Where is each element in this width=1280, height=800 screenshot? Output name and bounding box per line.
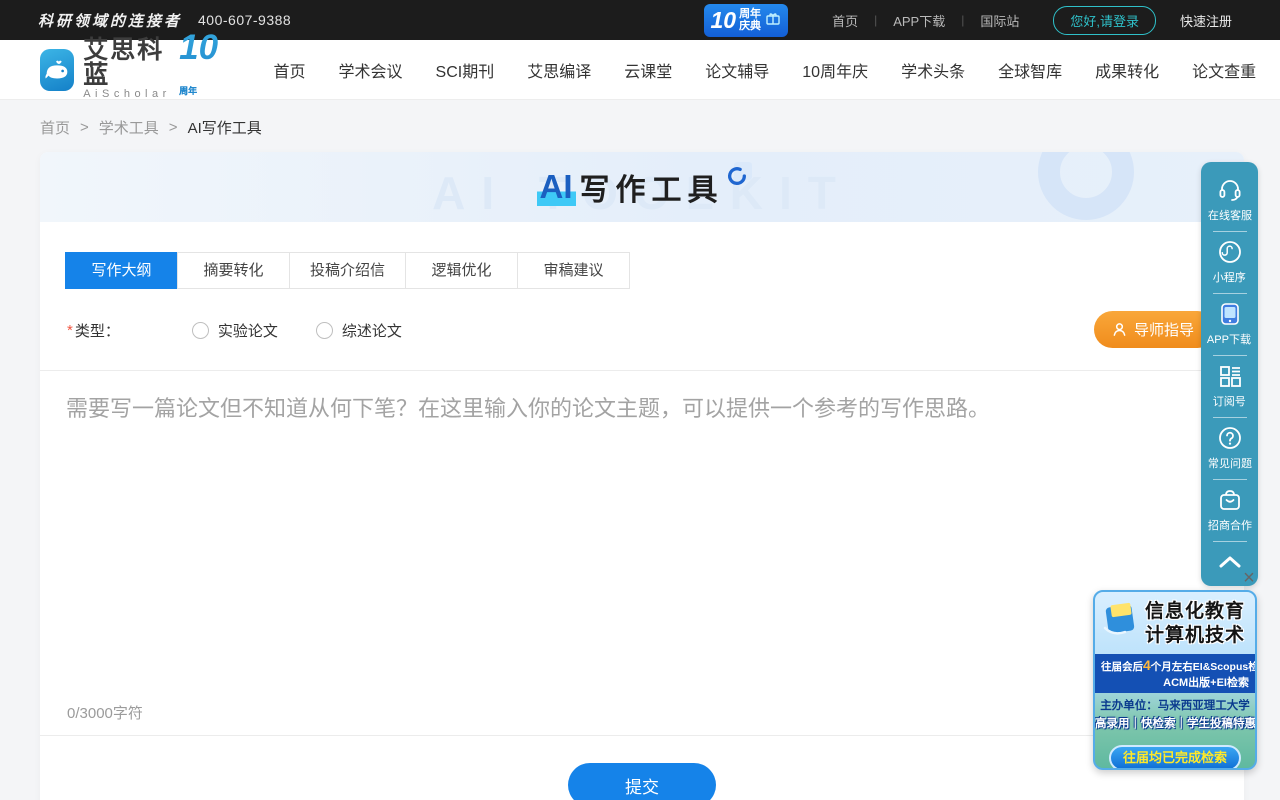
sidebar-item-mini-program[interactable]: 小程序 — [1201, 232, 1258, 293]
ad-cta-button[interactable]: 往届均已完成检索 — [1109, 745, 1241, 770]
nav-item[interactable]: 首页 — [274, 40, 306, 100]
briefcase-icon — [1217, 487, 1243, 513]
anniversary-banner-link[interactable]: 10 周年 庆典 — [704, 4, 788, 37]
sidebar-item-subscription[interactable]: 订阅号 — [1201, 356, 1258, 417]
sidebar-item-customer-service[interactable]: 在线客服 — [1201, 170, 1258, 231]
tab-abstract-conversion[interactable]: 摘要转化 — [177, 252, 290, 289]
miniprogram-icon — [1217, 239, 1243, 265]
breadcrumb-academic-tools[interactable]: 学术工具 — [99, 117, 159, 138]
topbar-link-app-download[interactable]: APP下载 — [877, 11, 961, 30]
refresh-spinner-icon — [726, 165, 748, 192]
main-navigation-bar: 艾思科蓝 AiScholar 10周年 首页 学术会议 SCI期刊 艾思编译 云… — [0, 40, 1280, 100]
topbar-link-home[interactable]: 首页 — [816, 11, 874, 30]
page-banner: AI TOOLKIT AI 写作工具 — [40, 152, 1244, 222]
breadcrumb-separator: > — [80, 119, 89, 136]
topic-textarea[interactable] — [40, 371, 1244, 681]
brand-logo[interactable]: 艾思科蓝 AiScholar 10周年 — [40, 30, 226, 109]
type-field-label: 类型： — [75, 320, 120, 341]
nav-item[interactable]: 云课堂 — [624, 40, 672, 100]
brand-name: 艾思科蓝 AiScholar — [83, 38, 171, 101]
nav-item[interactable]: 艾思编译 — [527, 40, 591, 100]
char-counter: 0/3000字符 — [67, 702, 143, 723]
ad-index-band: 往届会后4个月左右EI&Scopus检索 ACM出版+EI检索 — [1095, 654, 1255, 693]
radio-circle-icon[interactable] — [316, 322, 333, 339]
radio-experimental-paper[interactable]: 实验论文 — [192, 320, 278, 341]
ad-features: 高录用｜快检索｜学生投稿特惠 — [1095, 715, 1255, 731]
tab-review-suggestions[interactable]: 审稿建议 — [517, 252, 630, 289]
page-title: AI 写作工具 — [537, 165, 748, 209]
tool-tabs: 写作大纲 摘要转化 投稿介绍信 逻辑优化 审稿建议 — [65, 252, 1244, 289]
person-icon — [1112, 322, 1127, 337]
anniversary-logo: 10周年 — [179, 30, 225, 109]
question-icon — [1217, 425, 1243, 451]
nav-item[interactable]: 学术头条 — [901, 40, 965, 100]
anniversary-number: 10 — [710, 7, 736, 34]
site-slogan: 科研领域的连接者 — [38, 10, 182, 31]
ad-organizer: 主办单位：马来西亚理工大学 — [1095, 697, 1255, 713]
mentor-guidance-button[interactable]: 导师指导 — [1094, 311, 1216, 348]
topbar-link-international[interactable]: 国际站 — [964, 11, 1035, 30]
whale-logo-icon — [40, 49, 74, 91]
topbar-right-group: 10 周年 庆典 首页 | APP下载 | 国际站 您好,请登录 快速注册 — [704, 4, 1242, 37]
breadcrumb-home[interactable]: 首页 — [40, 117, 70, 138]
nav-item[interactable]: 学术会议 — [339, 40, 403, 100]
submit-row: 提交 — [40, 736, 1244, 800]
topic-editor-area: 0/3000字符 — [40, 370, 1244, 736]
sidebar-item-faq[interactable]: 常见问题 — [1201, 418, 1258, 479]
ai-writing-tool-panel: AI TOOLKIT AI 写作工具 写作大纲 摘要转化 投稿介绍信 逻辑优化 … — [40, 152, 1244, 800]
conference-ad-banner[interactable]: 信息化教育 计算机技术 往届会后4个月左右EI&Scopus检索 ACM出版+E… — [1093, 590, 1257, 770]
tab-logic-optimization[interactable]: 逻辑优化 — [405, 252, 518, 289]
nav-item[interactable]: 成果转化 — [1095, 40, 1159, 100]
nav-item[interactable]: 论文查重 — [1192, 40, 1256, 100]
chevron-up-icon — [1217, 552, 1243, 572]
hotline-phone: 400-607-9388 — [198, 12, 291, 28]
breadcrumb-separator: > — [169, 119, 178, 136]
sidebar-item-business-cooperation[interactable]: 招商合作 — [1201, 480, 1258, 541]
radio-circle-icon[interactable] — [192, 322, 209, 339]
breadcrumb-current-page: AI写作工具 — [188, 117, 262, 138]
ad-close-button[interactable]: × — [1240, 570, 1258, 588]
submit-button[interactable]: 提交 — [568, 763, 716, 800]
tab-writing-outline[interactable]: 写作大纲 — [65, 252, 178, 289]
nav-item[interactable]: 论文辅导 — [705, 40, 769, 100]
nav-item[interactable]: SCI期刊 — [436, 40, 495, 100]
phone-icon — [1217, 301, 1243, 327]
nav-item[interactable]: 10周年庆 — [802, 40, 868, 100]
paper-type-radio-group: 实验论文 综述论文 — [192, 320, 402, 341]
book-icon — [1101, 600, 1143, 645]
nav-item[interactable]: 全球智库 — [998, 40, 1062, 100]
floating-service-sidebar: 在线客服 小程序 APP下载 订阅号 常见问题 招商合作 — [1201, 162, 1258, 586]
sidebar-item-app-download[interactable]: APP下载 — [1201, 294, 1258, 355]
gift-icon — [766, 11, 780, 30]
tab-cover-letter[interactable]: 投稿介绍信 — [289, 252, 406, 289]
login-button[interactable]: 您好,请登录 — [1053, 6, 1156, 35]
radio-review-paper[interactable]: 综述论文 — [316, 320, 402, 341]
headset-icon — [1217, 177, 1243, 203]
anniversary-text: 周年 庆典 — [739, 8, 761, 32]
subscription-grid-icon — [1217, 363, 1243, 389]
register-button[interactable]: 快速注册 — [1170, 11, 1242, 30]
required-asterisk: * — [67, 322, 73, 339]
nav-menu: 首页 学术会议 SCI期刊 艾思编译 云课堂 论文辅导 10周年庆 学术头条 全… — [274, 40, 1280, 100]
ad-title: 信息化教育 计算机技术 — [1095, 592, 1255, 648]
type-selector-row: * 类型： 实验论文 综述论文 导师指导 — [67, 313, 1244, 347]
